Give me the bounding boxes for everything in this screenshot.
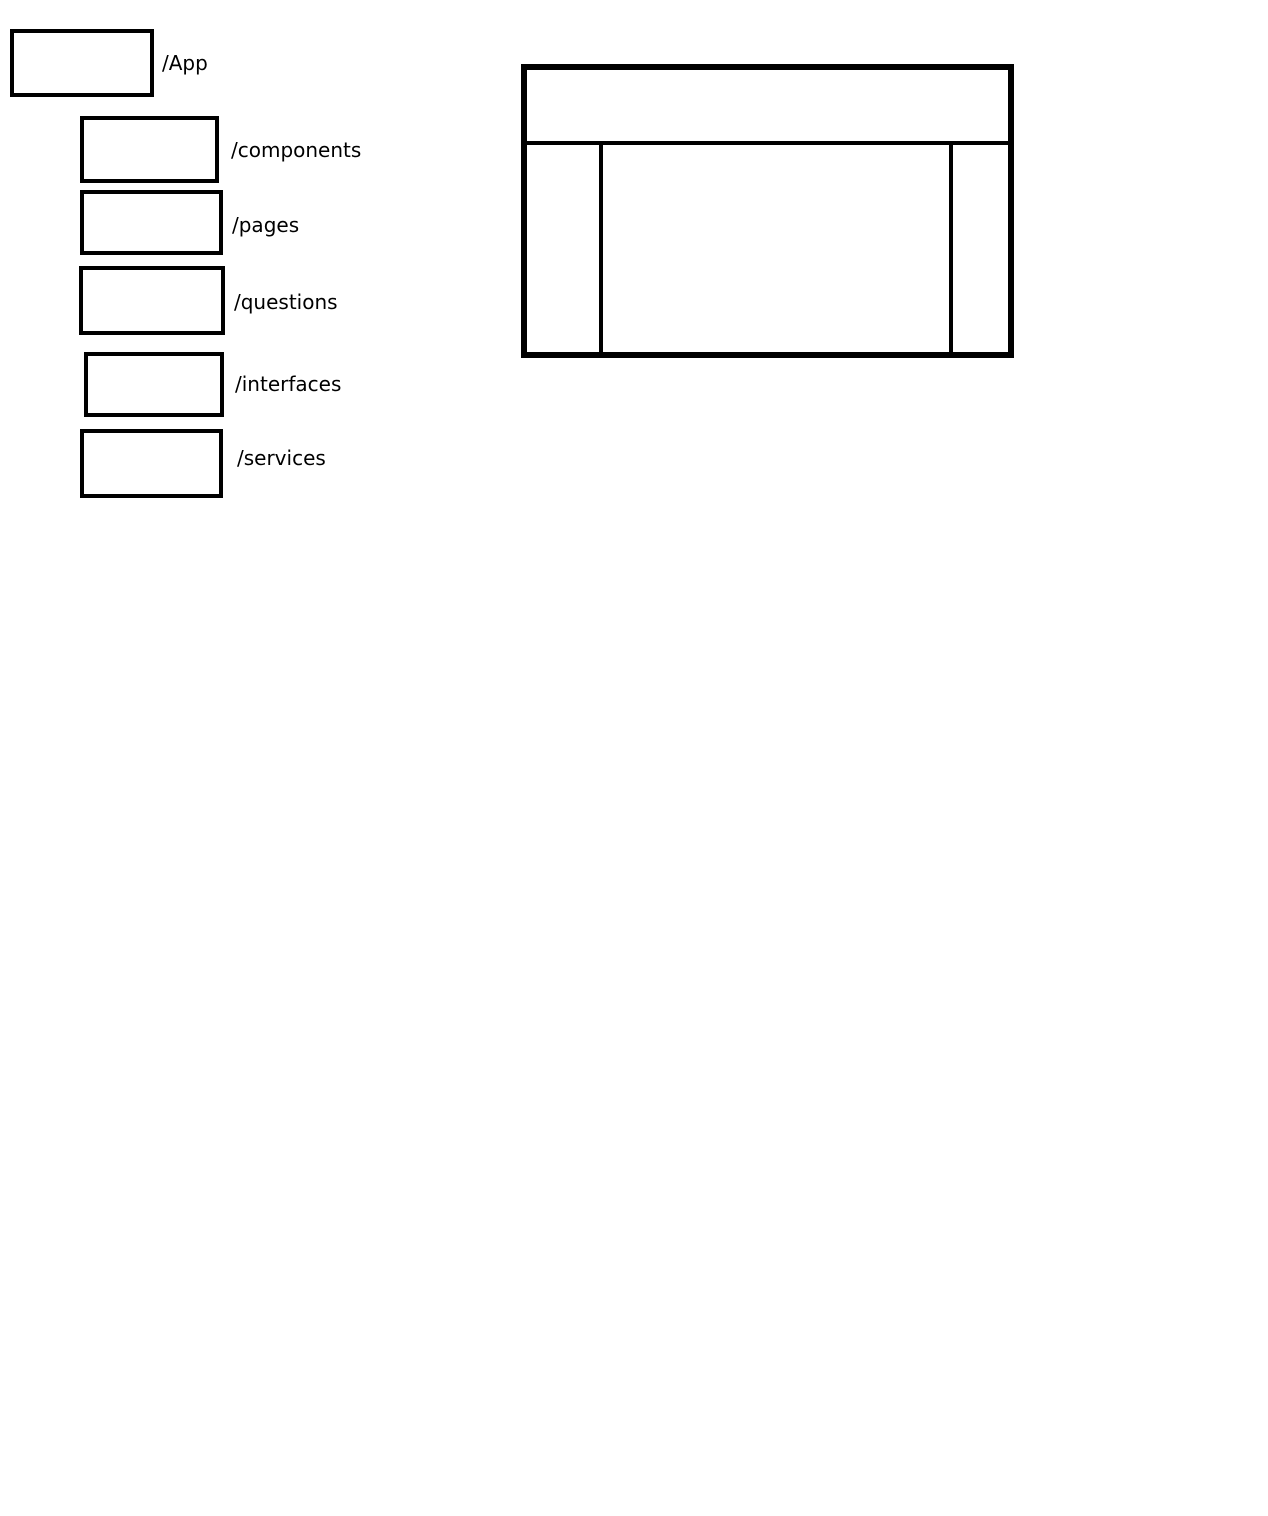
app-folder-label: /App bbox=[162, 51, 208, 75]
questions-folder-label: /questions bbox=[234, 290, 338, 314]
services-folder-box bbox=[80, 429, 223, 498]
components-folder-box bbox=[80, 116, 219, 183]
services-folder-label: /services bbox=[237, 446, 326, 470]
wireframe-left-column bbox=[527, 145, 602, 352]
layout-wireframe bbox=[521, 64, 1014, 358]
wireframe-header bbox=[527, 70, 1008, 145]
pages-folder-label: /pages bbox=[232, 213, 300, 237]
components-folder-label: /components bbox=[231, 138, 362, 162]
interfaces-folder-label: /interfaces bbox=[235, 372, 342, 396]
interfaces-folder-box bbox=[84, 352, 224, 417]
pages-folder-box bbox=[80, 190, 223, 255]
wireframe-main-content bbox=[599, 145, 953, 352]
app-folder-box bbox=[10, 29, 154, 97]
wireframe-right-column bbox=[953, 145, 1008, 352]
questions-folder-box bbox=[79, 266, 225, 335]
